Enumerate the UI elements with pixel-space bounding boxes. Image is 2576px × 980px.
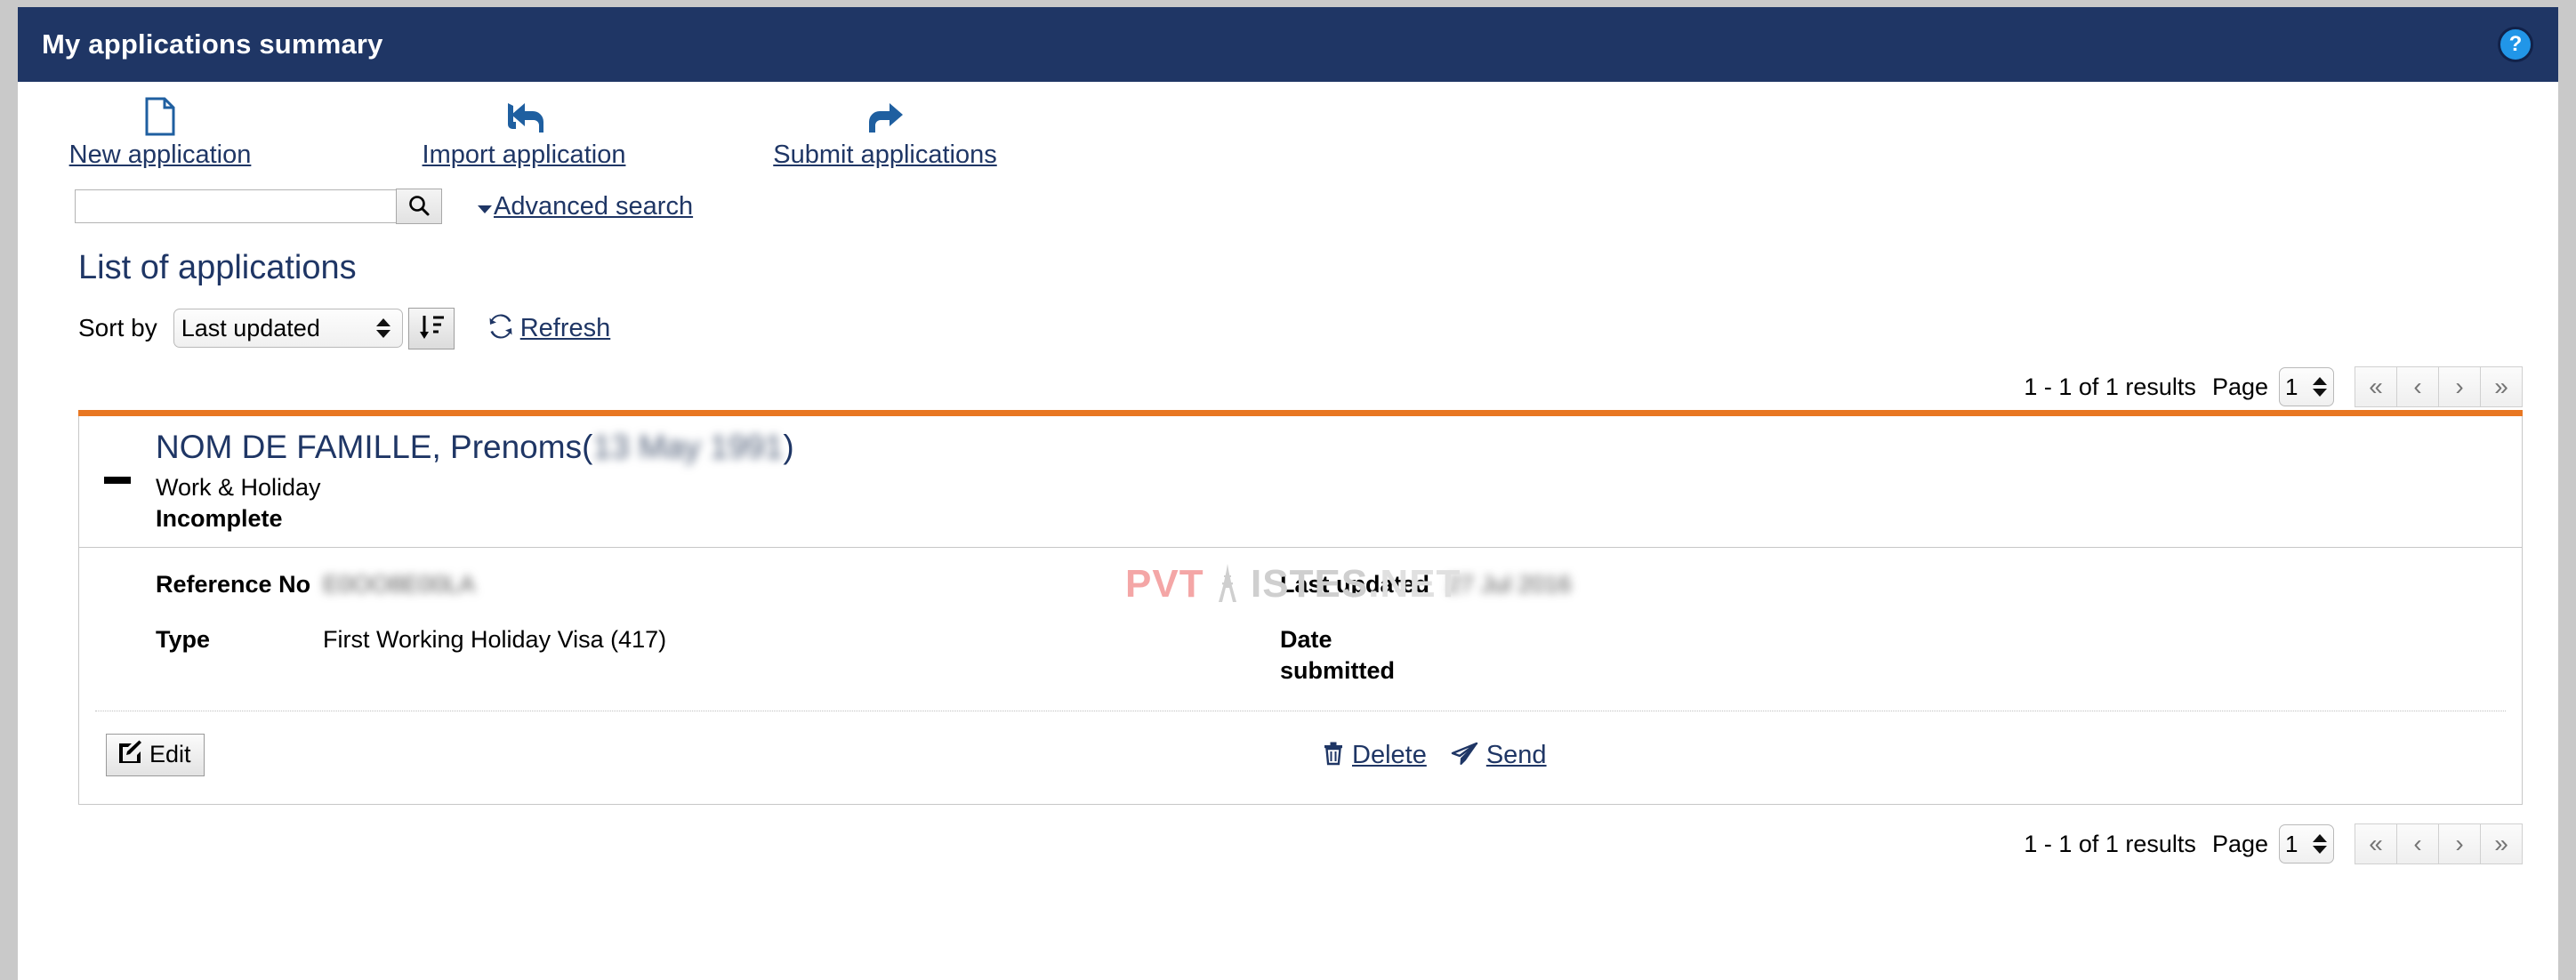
refresh-link[interactable]: Refresh — [488, 313, 611, 343]
advanced-search-link[interactable]: Advanced search — [478, 192, 693, 221]
page-select-top[interactable]: 1 — [2279, 367, 2334, 406]
pencil-square-icon — [117, 739, 142, 770]
new-application-label: New application — [68, 141, 252, 169]
next-page-button[interactable]: › — [2438, 366, 2481, 407]
pagination-bottom: 1 - 1 of 1 results Page 1 « ‹ › » — [18, 821, 2558, 867]
applicant-name: NOM DE FAMILLE, Prenoms — [156, 429, 583, 465]
application-card-header: NOM DE FAMILLE, Prenoms(13 May 1991) Wor… — [79, 416, 2522, 548]
last-updated-label: Last updated — [1280, 570, 1430, 598]
forward-arrow-icon — [865, 96, 906, 137]
results-count-bottom: 1 - 1 of 1 results — [2024, 830, 2196, 857]
list-heading: List of applications — [78, 249, 357, 286]
pagination-nav-bottom: « ‹ › » — [2355, 823, 2523, 865]
page-title: My applications summary — [42, 28, 383, 60]
detail-row: Type First Working Holiday Visa (417) Da… — [79, 624, 2522, 686]
application-card-footer: Edit Delete Send — [95, 711, 2506, 804]
chevron-down-icon — [478, 205, 492, 213]
quick-actions-toolbar: New application Import application Submi… — [18, 82, 2558, 178]
reference-no-field: Reference No E0OO8E00LA — [79, 569, 1280, 600]
applicant-name-row: NOM DE FAMILLE, Prenoms(13 May 1991) — [156, 429, 2522, 467]
search-input[interactable] — [75, 189, 397, 223]
status-badge: Incomplete — [156, 504, 283, 532]
submit-applications-link[interactable]: Submit applications — [761, 96, 1009, 170]
reply-arrow-icon — [503, 96, 544, 137]
next-page-button[interactable]: › — [2438, 823, 2481, 865]
sort-direction-button[interactable] — [407, 307, 455, 349]
send-label: Send — [1485, 740, 1547, 769]
card-accent-bar — [78, 410, 2523, 416]
application-summary: NOM DE FAMILLE, Prenoms(13 May 1991) Wor… — [156, 429, 2522, 533]
search-button[interactable] — [396, 189, 442, 224]
type-value: First Working Holiday Visa (417) — [323, 626, 667, 654]
page-label-top: Page — [2211, 373, 2268, 400]
document-icon — [145, 96, 175, 137]
applicant-dob: 13 May 1991 — [592, 429, 784, 465]
sort-descending-icon — [418, 313, 445, 344]
sort-by-label: Sort by — [78, 314, 157, 341]
page-label-bottom: Page — [2211, 830, 2268, 857]
pagination-top: 1 - 1 of 1 results Page 1 « ‹ › » — [18, 364, 2558, 410]
previous-page-button[interactable]: ‹ — [2396, 823, 2439, 865]
dob-close-paren: ) — [783, 429, 794, 465]
visa-program: Work & Holiday — [156, 473, 321, 501]
refresh-label: Refresh — [519, 313, 611, 342]
submit-applications-label: Submit applications — [773, 141, 997, 169]
search-icon — [407, 194, 431, 220]
dob-open-paren: ( — [582, 429, 593, 465]
import-application-label: Import application — [422, 141, 626, 169]
application-card-body: Reference No E0OO8E00LA Last updated 27 … — [79, 548, 2522, 805]
send-link[interactable]: Send — [1450, 741, 1547, 770]
window-title-bar: My applications summary ? — [18, 7, 2558, 82]
edit-button[interactable]: Edit — [106, 734, 205, 777]
edit-button-label: Edit — [149, 741, 191, 768]
page-select-wrapper-top: 1 — [2279, 367, 2334, 406]
reference-no-value: E0OO8E00LA — [323, 570, 476, 598]
sort-by-select[interactable]: Last updated — [173, 309, 403, 348]
first-page-button[interactable]: « — [2355, 366, 2397, 407]
last-updated-value: 27 Jul 2016 — [1447, 570, 1572, 598]
date-submitted-field: Date submitted — [1280, 624, 1447, 686]
collapse-toggle-button[interactable] — [79, 477, 156, 485]
minus-icon — [104, 477, 131, 485]
detail-row: Reference No E0OO8E00LA Last updated 27 … — [79, 569, 2522, 600]
first-page-button[interactable]: « — [2355, 823, 2397, 865]
search-row: Advanced search — [18, 178, 2558, 235]
application-page: My applications summary ? New applicatio… — [18, 7, 2558, 980]
last-updated-field: Last updated 27 Jul 2016 — [1280, 569, 1572, 600]
sort-row: Sort by Last updated Refresh — [78, 307, 2558, 349]
delete-label: Delete — [1352, 740, 1427, 769]
date-submitted-label: Date submitted — [1280, 626, 1396, 684]
footer-links: Delete Send — [1323, 741, 1547, 770]
sort-select-wrapper: Last updated — [173, 309, 403, 348]
help-circle-icon[interactable]: ? — [2498, 27, 2533, 62]
results-count-top: 1 - 1 of 1 results — [2024, 373, 2196, 400]
reference-no-label: Reference No — [156, 570, 311, 598]
paper-plane-icon — [1450, 741, 1478, 770]
import-application-link[interactable]: Import application — [409, 96, 639, 170]
page-select-bottom[interactable]: 1 — [2279, 824, 2334, 864]
trash-icon — [1323, 741, 1344, 770]
page-select-wrapper-bottom: 1 — [2279, 824, 2334, 864]
type-label: Type — [156, 626, 211, 654]
new-application-link[interactable]: New application — [59, 96, 262, 170]
refresh-icon — [488, 313, 513, 343]
pagination-nav-top: « ‹ › » — [2355, 366, 2523, 407]
type-field: Type First Working Holiday Visa (417) — [79, 624, 1280, 686]
advanced-search-label: Advanced search — [494, 191, 694, 221]
last-page-button[interactable]: » — [2480, 823, 2523, 865]
previous-page-button[interactable]: ‹ — [2396, 366, 2439, 407]
last-page-button[interactable]: » — [2480, 366, 2523, 407]
delete-link[interactable]: Delete — [1323, 741, 1427, 770]
application-card: NOM DE FAMILLE, Prenoms(13 May 1991) Wor… — [78, 416, 2523, 806]
